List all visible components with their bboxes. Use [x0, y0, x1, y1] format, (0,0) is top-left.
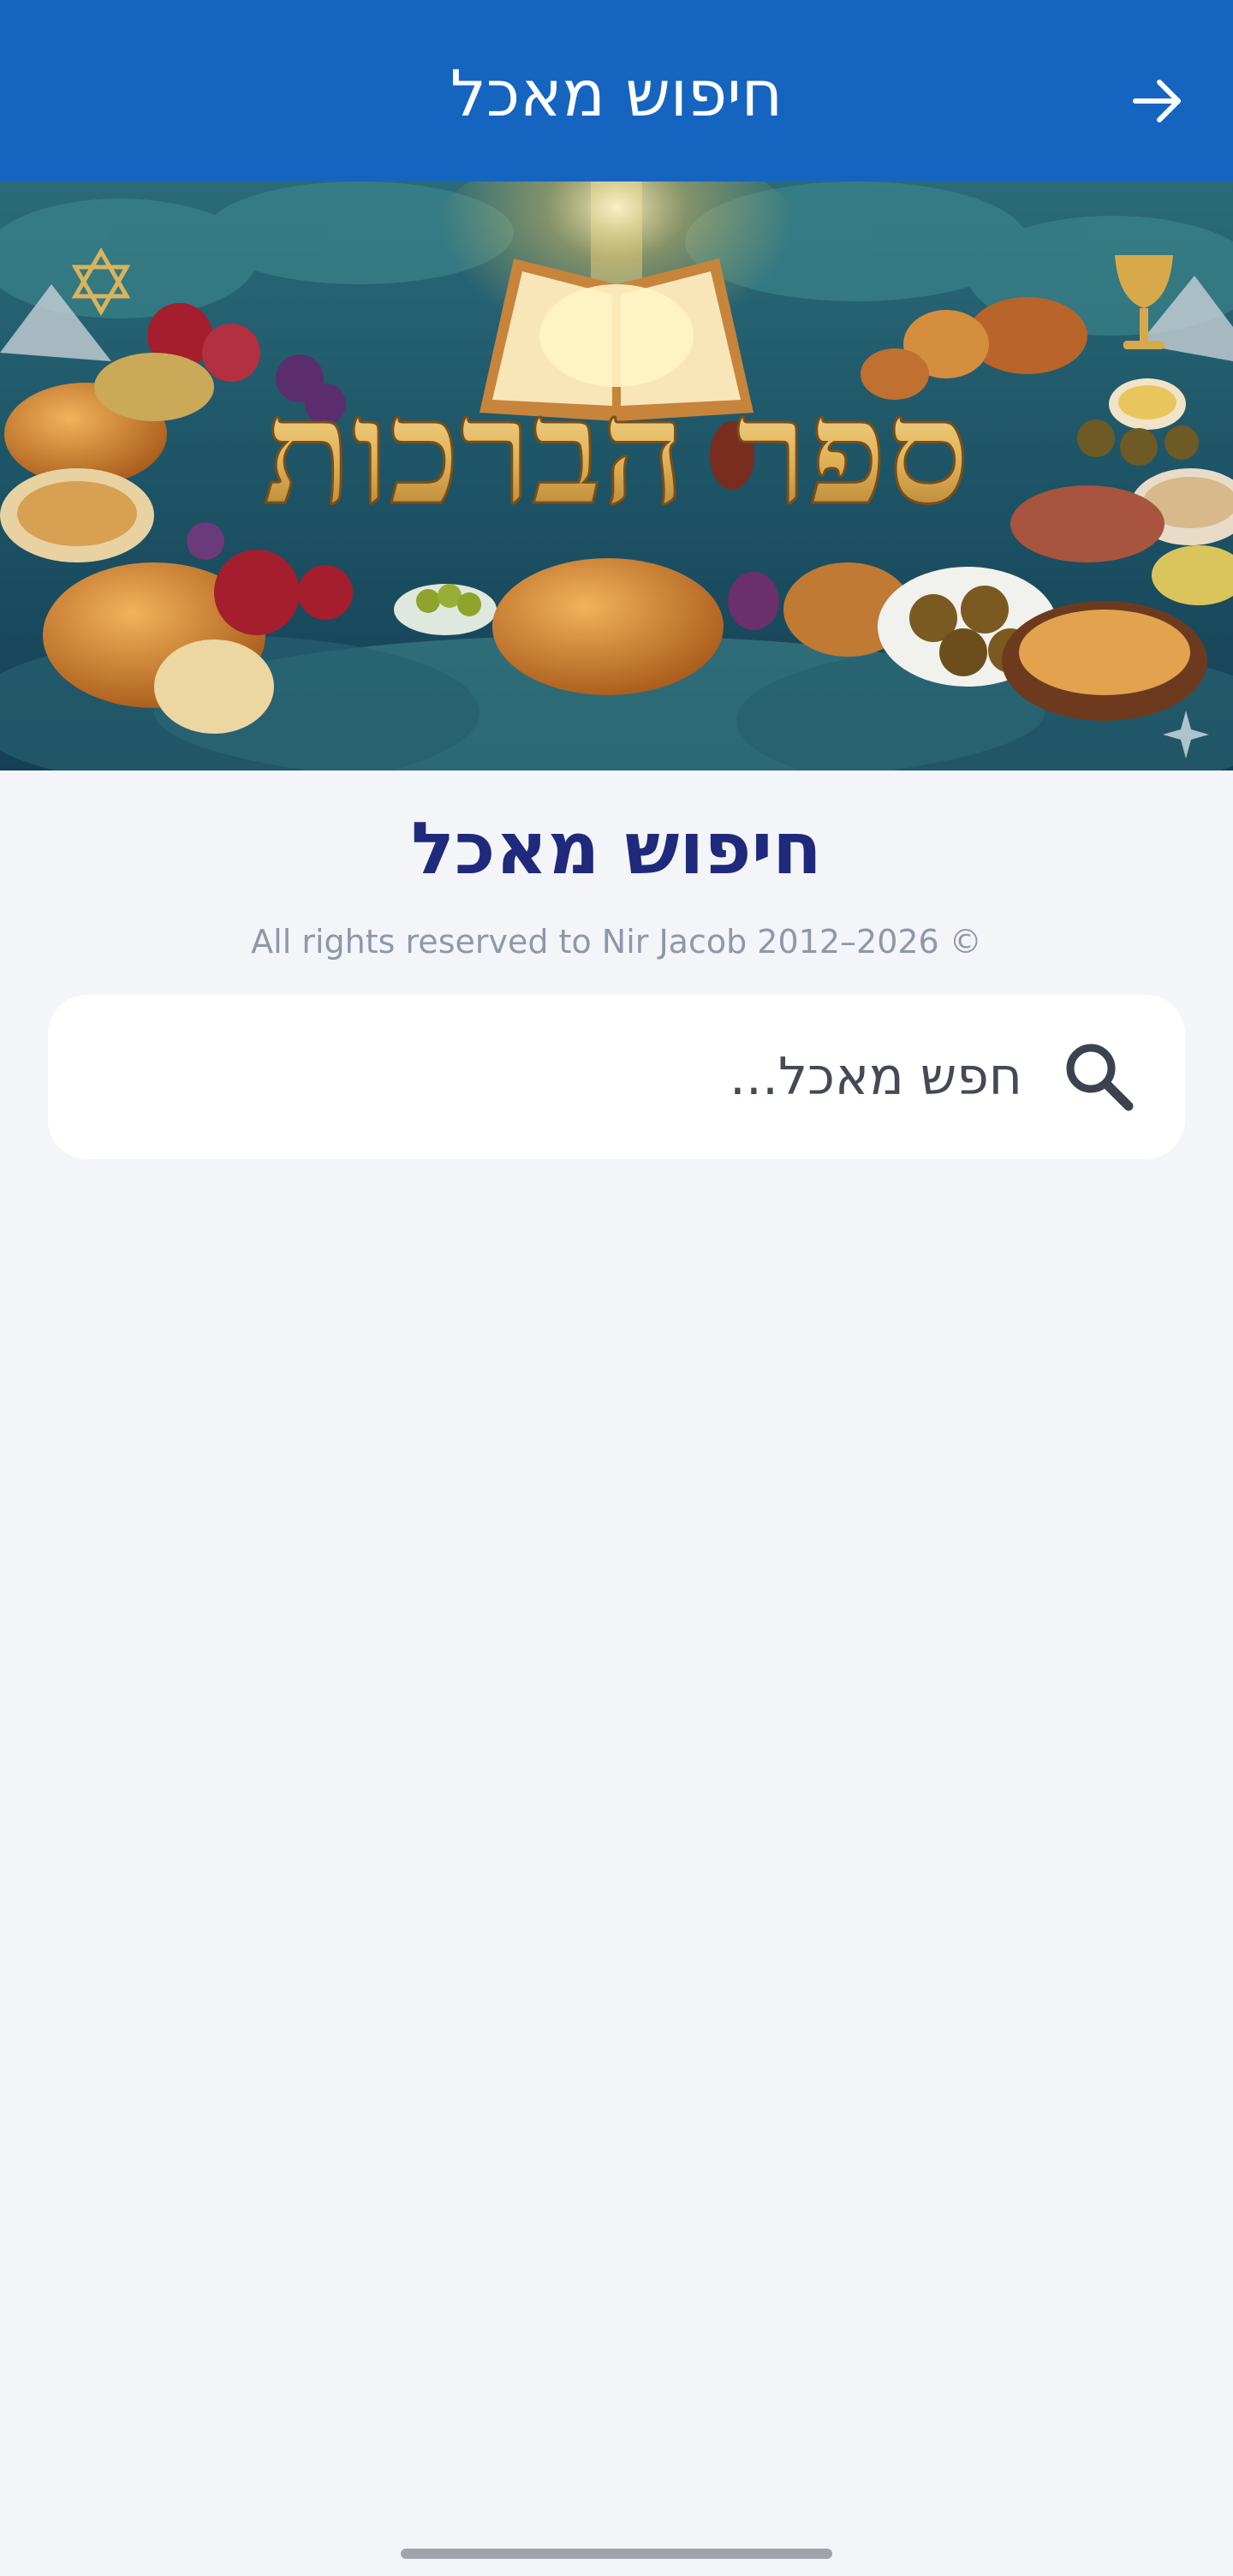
app-bar-title: חיפוש מאכל	[450, 57, 783, 131]
app-bar: חיפוש מאכל	[0, 0, 1233, 181]
search-box[interactable]	[48, 995, 1185, 1159]
banner-title: ספר הברכות	[263, 366, 969, 538]
copyright-text: All rights reserved to Nir Jacob 2012–20…	[251, 923, 982, 961]
arrow-right-icon	[1133, 80, 1181, 122]
search-input[interactable]	[98, 1029, 1022, 1125]
search-icon[interactable]	[1057, 1034, 1142, 1120]
page-title: חיפוש מאכל	[411, 806, 822, 890]
banner-image: ספר הברכות	[0, 181, 1233, 770]
home-indicator	[401, 2549, 832, 2559]
back-button[interactable]	[1113, 57, 1202, 146]
